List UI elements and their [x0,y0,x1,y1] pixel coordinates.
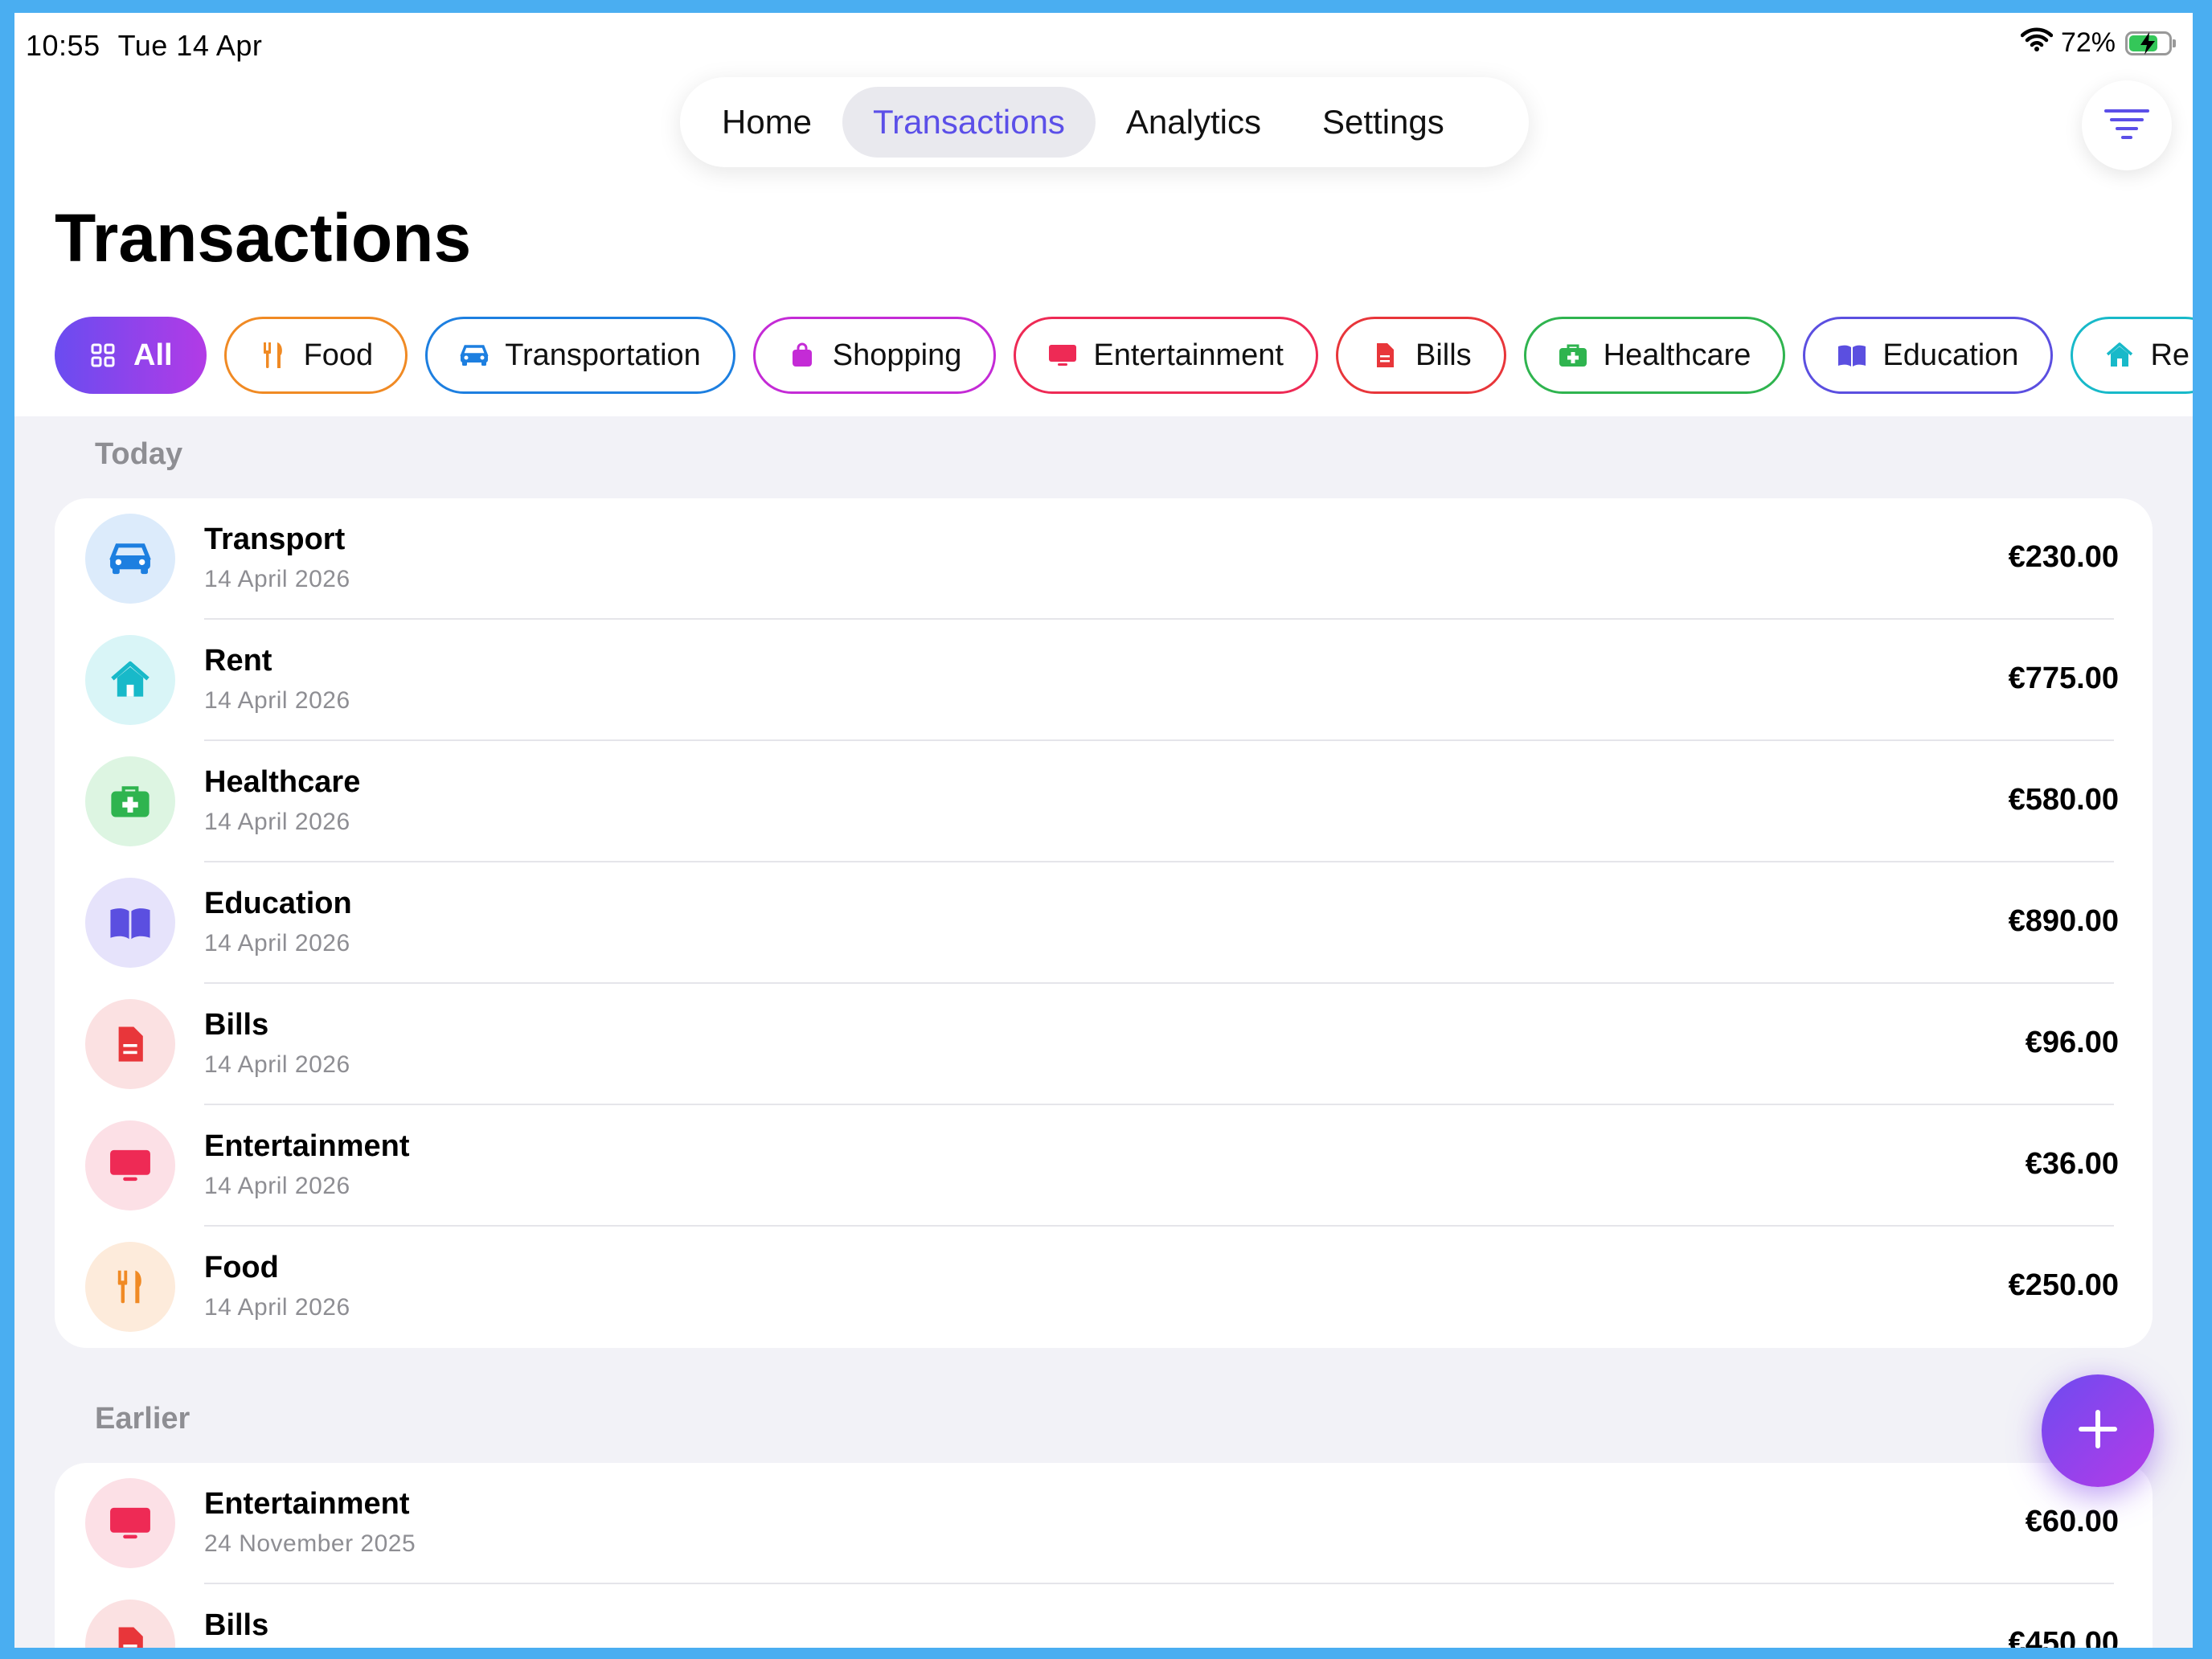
transaction-name: Food [204,1251,279,1284]
transaction-amount: €96.00 [2025,1026,2119,1059]
section-header-today: Today [95,437,183,471]
section-header-earlier: Earlier [95,1402,190,1436]
transaction-date: 24 November 2025 [204,1530,416,1557]
transaction-date: 14 April 2026 [204,566,350,592]
category-chip-label: Entertainment [1093,338,1284,372]
house-icon [2105,341,2134,370]
document-icon [1370,341,1399,370]
transaction-row[interactable]: Bills €450.00 [55,1584,2153,1648]
car-icon [460,341,489,370]
transaction-amount: €60.00 [2025,1505,2119,1538]
status-date: Tue 14 Apr [117,29,263,62]
transaction-amount: €890.00 [2008,904,2119,938]
transaction-date: 14 April 2026 [204,1051,350,1078]
medical-kit-icon [1559,341,1587,370]
category-chip-transportation[interactable]: Transportation [425,317,735,394]
category-chip-label: Education [1882,338,2019,372]
category-chip-label: Shopping [832,338,962,372]
tab-analytics[interactable]: Analytics [1096,87,1292,158]
page-title: Transactions [55,200,472,276]
battery-charging-icon [2125,31,2176,55]
filter-button[interactable] [2082,80,2172,170]
app-screen: 10:55 Tue 14 Apr 72% Home Transactions An… [14,13,2193,1648]
transaction-amount: €775.00 [2008,662,2119,695]
plus-icon [2076,1407,2120,1455]
category-filter-chips: All Food Transportation Shopping Enterta… [55,317,2193,394]
category-chip-rent[interactable]: Re [2071,317,2193,394]
fork-knife-icon [259,341,288,370]
transaction-amount: €450.00 [2008,1626,2119,1648]
transaction-name: Transport [204,522,346,556]
status-time: 10:55 [26,29,100,62]
status-bar-right: 72% [2020,27,2176,59]
wifi-icon [2020,27,2054,59]
tab-transactions[interactable]: Transactions [842,87,1096,158]
tv-icon [85,1120,175,1210]
category-chip-food[interactable]: Food [223,317,408,394]
transaction-name: Healthcare [204,765,361,799]
category-chip-label: Re [2150,338,2190,372]
filter-lines-icon [2104,108,2149,144]
transaction-date: 14 April 2026 [204,1294,350,1321]
transaction-name: Entertainment [204,1129,410,1163]
tv-icon [85,1478,175,1568]
transaction-date: 14 April 2026 [204,809,350,835]
transaction-row[interactable]: Bills 14 April 2026 €96.00 [55,984,2153,1105]
house-icon [85,635,175,725]
top-tab-bar: Home Transactions Analytics Settings [680,77,1529,167]
document-icon [85,999,175,1089]
category-chip-label: Transportation [505,338,701,372]
transaction-name: Education [204,887,352,920]
transaction-row[interactable]: Food 14 April 2026 €250.00 [55,1227,2153,1348]
transaction-row[interactable]: Healthcare 14 April 2026 €580.00 [55,741,2153,862]
add-transaction-button[interactable] [2042,1374,2154,1487]
transaction-name: Bills [204,1608,269,1642]
category-chip-label: All [133,338,173,372]
transaction-date: 14 April 2026 [204,930,350,956]
category-chip-label: Healthcare [1603,338,1751,372]
transaction-row[interactable]: Entertainment 14 April 2026 €36.00 [55,1105,2153,1227]
category-chip-shopping[interactable]: Shopping [752,317,997,394]
transaction-name: Rent [204,644,272,678]
tv-icon [1048,341,1077,370]
medical-kit-icon [85,756,175,846]
book-icon [1837,341,1866,370]
status-bar-time: 10:55 Tue 14 Apr [26,29,280,63]
transaction-row[interactable]: Transport 14 April 2026 €230.00 [55,498,2153,620]
category-chip-education[interactable]: Education [1803,317,2054,394]
transaction-date: 14 April 2026 [204,1173,350,1199]
category-chip-label: Bills [1415,338,1472,372]
category-chip-entertainment[interactable]: Entertainment [1014,317,1318,394]
transaction-amount: €36.00 [2025,1147,2119,1181]
transaction-row[interactable]: Rent 14 April 2026 €775.00 [55,620,2153,741]
tab-home[interactable]: Home [691,87,842,158]
category-chip-label: Food [303,338,374,372]
category-chip-healthcare[interactable]: Healthcare [1523,317,1786,394]
transaction-amount: €580.00 [2008,783,2119,817]
header-area: 10:55 Tue 14 Apr 72% Home Transactions An… [14,13,2193,416]
transaction-name: Bills [204,1008,269,1042]
transactions-list-today: Transport 14 April 2026 €230.00 Rent 14 … [55,498,2153,1348]
grid-icon [88,341,117,370]
document-icon [85,1600,175,1648]
category-chip-all[interactable]: All [55,317,207,394]
transaction-amount: €250.00 [2008,1268,2119,1302]
book-icon [85,878,175,968]
category-chip-bills[interactable]: Bills [1335,317,1506,394]
fork-knife-icon [85,1242,175,1332]
transaction-row[interactable]: Entertainment 24 November 2025 €60.00 [55,1463,2153,1584]
transaction-name: Entertainment [204,1487,410,1521]
transaction-amount: €230.00 [2008,540,2119,574]
battery-percentage: 72% [2060,27,2116,58]
tab-settings[interactable]: Settings [1292,87,1475,158]
shopping-bag-icon [788,341,817,370]
car-icon [85,514,175,604]
transactions-list-earlier: Entertainment 24 November 2025 €60.00 Bi… [55,1463,2153,1648]
transaction-row[interactable]: Education 14 April 2026 €890.00 [55,862,2153,984]
transaction-date: 14 April 2026 [204,687,350,714]
